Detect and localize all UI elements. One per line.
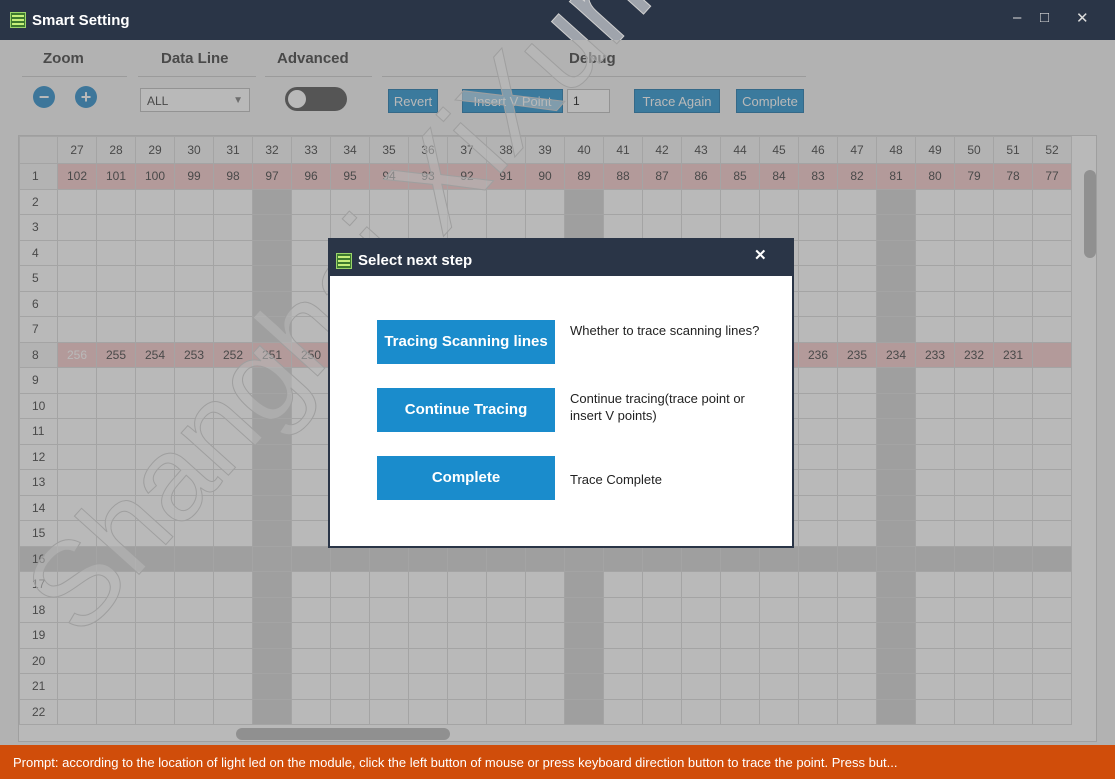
complete-description: Trace Complete xyxy=(570,472,662,487)
maximize-icon[interactable]: □ xyxy=(1040,9,1049,26)
app-icon xyxy=(10,12,26,28)
complete-dialog-button[interactable]: Complete xyxy=(377,456,555,500)
continue-tracing-button[interactable]: Continue Tracing xyxy=(377,388,555,432)
dialog-title-bar: Select next step ✕ xyxy=(330,240,792,276)
tracing-scanning-lines-button[interactable]: Tracing Scanning lines xyxy=(377,320,555,364)
minimize-icon[interactable]: – xyxy=(1013,9,1021,26)
dialog-title: Select next step xyxy=(358,252,473,269)
continue-tracing-description: Continue tracing(trace point or insert V… xyxy=(570,391,745,423)
select-next-step-dialog: Select next step ✕ Tracing Scanning line… xyxy=(328,238,794,548)
dialog-app-icon xyxy=(336,253,352,269)
title-bar: Smart Setting – □ ✕ xyxy=(0,0,1115,40)
dialog-close-icon[interactable]: ✕ xyxy=(754,246,767,264)
tracing-scanning-lines-description: Whether to trace scanning lines? xyxy=(570,323,760,338)
smart-setting-window: Smart Setting – □ ✕ Zoom Data Line Advan… xyxy=(0,0,1115,779)
window-title: Smart Setting xyxy=(32,12,130,29)
close-icon[interactable]: ✕ xyxy=(1076,9,1089,27)
status-bar-prompt: Prompt: according to the location of lig… xyxy=(0,745,1115,779)
